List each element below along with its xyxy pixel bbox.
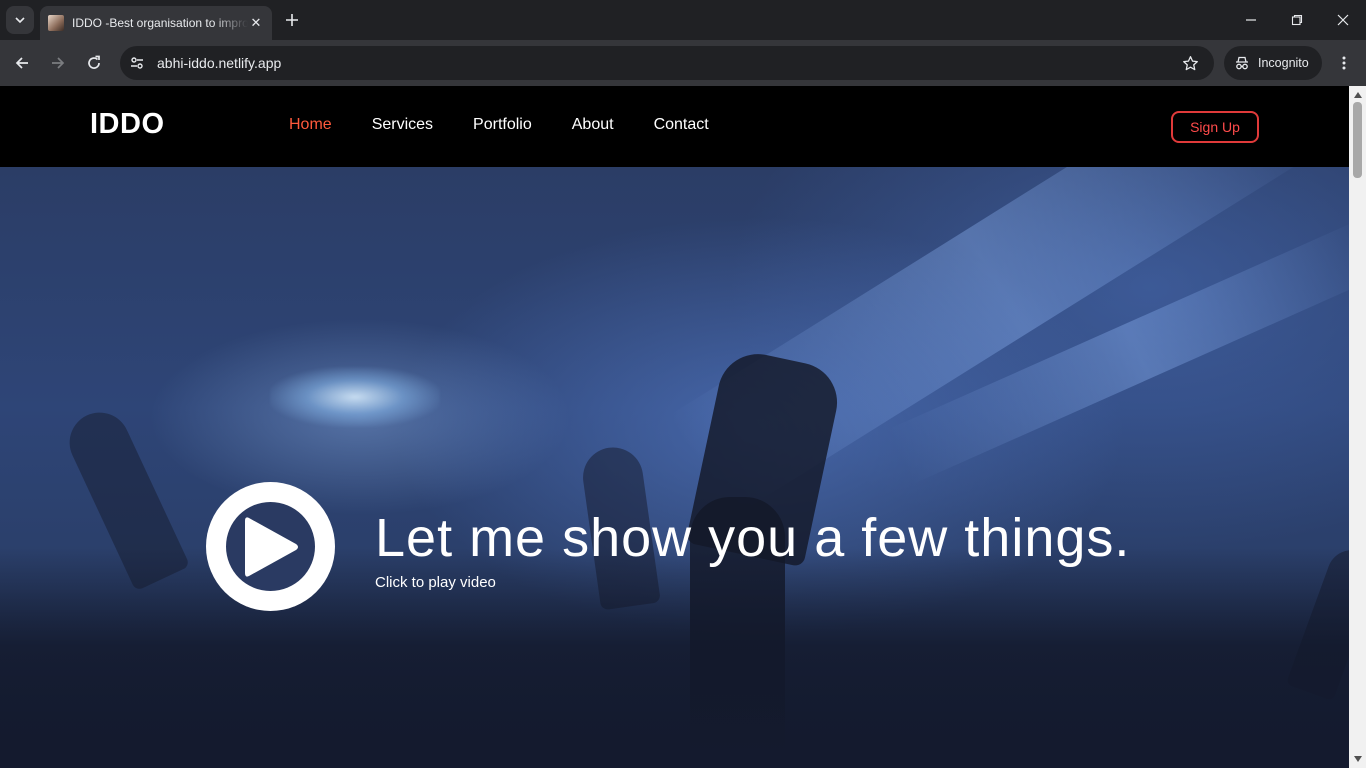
hero-subtext[interactable]: Click to play video [375, 574, 496, 591]
scroll-down-arrow[interactable] [1349, 752, 1366, 766]
address-bar[interactable]: abhi-iddo.netlify.app [120, 46, 1214, 80]
chevron-down-icon [15, 17, 25, 24]
nav-about[interactable]: About [572, 116, 614, 134]
sign-up-button[interactable]: Sign Up [1171, 111, 1259, 143]
arrow-left-icon [15, 57, 28, 69]
crowd-silhouette [0, 548, 1349, 768]
nav-contact[interactable]: Contact [654, 116, 709, 134]
tune-icon [131, 57, 143, 69]
incognito-indicator[interactable]: Incognito [1224, 46, 1322, 80]
favicon-icon [48, 15, 64, 31]
site-navbar: IDDO Home Services Portfolio About Conta… [0, 86, 1349, 167]
page-scrollbar[interactable] [1349, 86, 1366, 768]
scroll-up-arrow[interactable] [1349, 88, 1366, 102]
restore-icon [1291, 14, 1303, 26]
hero-video-section: Let me show you a few things. Click to p… [0, 167, 1349, 768]
nav-home[interactable]: Home [289, 116, 332, 134]
page-viewport: IDDO Home Services Portfolio About Conta… [0, 86, 1349, 768]
triangle-up-icon [1353, 92, 1362, 98]
back-button[interactable] [8, 49, 36, 77]
plus-icon [286, 14, 298, 26]
site-info-button[interactable] [123, 49, 151, 77]
reload-icon [88, 55, 100, 69]
browser-toolbar: abhi-iddo.netlify.app Incognito [0, 40, 1366, 86]
tab-search-button[interactable] [6, 6, 34, 34]
play-button-inner [226, 502, 315, 591]
close-window-button[interactable] [1320, 0, 1366, 40]
minimize-button[interactable] [1228, 0, 1274, 40]
restore-button[interactable] [1274, 0, 1320, 40]
tab-title: IDDO -Best organisation to improve [72, 16, 248, 30]
star-icon [1182, 55, 1198, 70]
more-vertical-icon [1342, 56, 1346, 70]
close-icon [1337, 14, 1349, 26]
nav-portfolio[interactable]: Portfolio [473, 116, 532, 134]
bookmark-button[interactable] [1180, 53, 1200, 73]
site-logo[interactable]: IDDO [90, 108, 165, 141]
triangle-down-icon [1353, 756, 1362, 762]
incognito-icon [1236, 56, 1248, 70]
minimize-icon [1246, 19, 1256, 21]
hero-headline: Let me show you a few things. [375, 508, 1131, 568]
arrow-right-icon [52, 57, 65, 69]
tab-strip: IDDO -Best organisation to improve ✕ [0, 0, 1366, 40]
forward-button[interactable] [44, 49, 72, 77]
close-icon[interactable]: ✕ [248, 15, 264, 31]
play-icon [244, 516, 298, 577]
scroll-thumb[interactable] [1353, 102, 1362, 178]
url-text: abhi-iddo.netlify.app [157, 55, 282, 71]
browser-tab[interactable]: IDDO -Best organisation to improve ✕ [40, 6, 272, 40]
play-video-button[interactable] [206, 482, 335, 611]
nav-services[interactable]: Services [372, 116, 433, 134]
incognito-label: Incognito [1258, 56, 1309, 70]
main-menu: Home Services Portfolio About Contact [289, 116, 749, 134]
new-tab-button[interactable] [280, 8, 304, 32]
reload-button[interactable] [80, 49, 108, 77]
browser-menu-button[interactable] [1330, 49, 1358, 77]
stage-light [270, 367, 440, 427]
